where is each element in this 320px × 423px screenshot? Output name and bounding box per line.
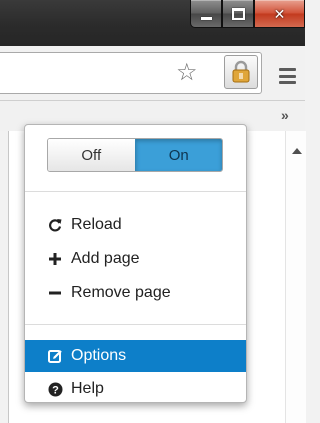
browser-toolbar: ☆ (0, 46, 305, 101)
remove-page-label: Remove page (71, 284, 171, 301)
reload-label: Reload (71, 216, 122, 233)
close-icon: ✕ (273, 5, 286, 22)
window-controls: ✕ (190, 0, 305, 30)
extension-button[interactable] (224, 55, 258, 89)
divider (25, 191, 246, 192)
window-titlebar: ✕ (0, 0, 305, 46)
hamburger-icon[interactable] (279, 68, 296, 84)
reload-menu-item[interactable]: Reload (25, 209, 246, 241)
remove-page-menu-item[interactable]: Remove page (25, 277, 246, 309)
add-page-label: Add page (71, 250, 140, 267)
bookmark-star-icon[interactable]: ☆ (176, 61, 198, 85)
add-page-menu-item[interactable]: Add page (25, 243, 246, 275)
close-button[interactable]: ✕ (254, 0, 305, 28)
extension-popup: Off On Reload Add page Remove page Optio… (24, 124, 247, 403)
minimize-button[interactable] (190, 0, 222, 28)
toggle-off-option[interactable]: Off (48, 139, 135, 171)
minimize-icon (200, 16, 212, 20)
maximize-icon (231, 7, 245, 20)
lock-icon (232, 60, 250, 83)
help-label: Help (71, 380, 104, 397)
scroll-up-arrow-icon[interactable] (292, 148, 302, 154)
maximize-button[interactable] (222, 0, 254, 28)
minus-icon (47, 285, 63, 301)
divider (25, 324, 246, 325)
question-icon: ? (47, 381, 63, 397)
refresh-icon (47, 217, 63, 233)
edit-icon (47, 348, 63, 364)
options-menu-item[interactable]: Options (25, 340, 246, 372)
plus-icon (47, 251, 63, 267)
toggle-on-option[interactable]: On (134, 139, 222, 171)
overflow-chevron[interactable]: » (281, 107, 289, 123)
options-label: Options (71, 347, 127, 364)
address-bar[interactable]: ☆ (0, 52, 262, 94)
help-menu-item[interactable]: ? Help (25, 373, 246, 405)
on-off-toggle[interactable]: Off On (47, 138, 223, 172)
svg-text:?: ? (52, 384, 59, 396)
scrollbar[interactable] (285, 131, 306, 423)
